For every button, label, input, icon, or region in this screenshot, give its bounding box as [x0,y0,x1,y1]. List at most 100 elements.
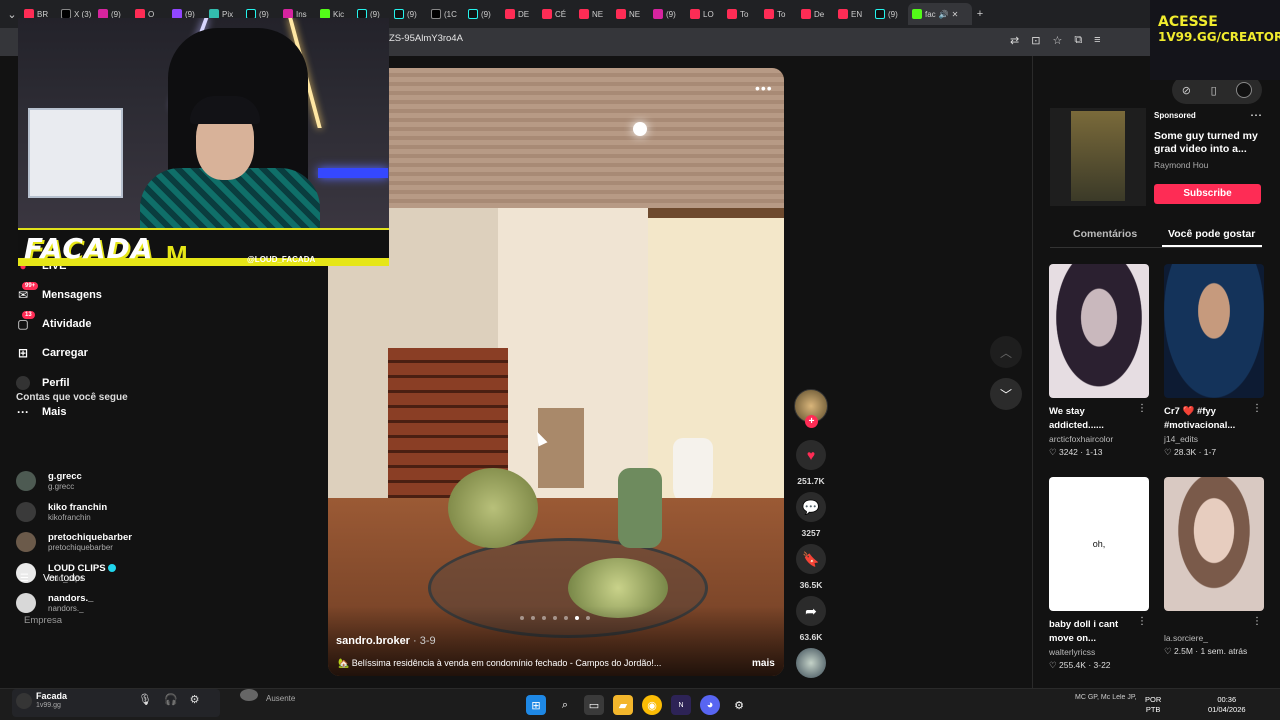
avatar[interactable] [16,693,32,709]
carousel-dot[interactable] [531,616,535,620]
x-favicon-icon [431,9,441,19]
browser-tab[interactable]: CÉ [538,3,575,25]
chevron-up-icon: ︿ [999,345,1012,360]
follow-plus-icon[interactable]: + [805,415,818,428]
browser-tab[interactable]: LO [686,3,723,25]
browser-tab[interactable]: (9) [464,3,501,25]
suggested-video-card[interactable]: la.sorciere_ ♡ 2.5M · 1 sem. atrás ⋮ [1164,477,1266,657]
browser-tab[interactable]: De [797,3,834,25]
tab-you-may-like[interactable]: Você pode gostar [1168,228,1255,240]
sidebar-item-profile[interactable]: Perfil [16,376,70,390]
caption-more-link[interactable]: mais [752,658,775,669]
audio-icon[interactable]: 🔊 [939,10,949,19]
carousel-dot[interactable] [586,616,590,620]
clock[interactable]: 00:36 01/04/2026 [1208,695,1246,715]
browser-tab[interactable]: (9) [871,3,908,25]
save-button[interactable]: 🔖 36.5K [796,544,826,590]
next-video-button[interactable]: ﹀ [990,378,1022,410]
bookmark-star-icon[interactable]: ☆ [1052,34,1062,47]
microphone-icon[interactable]: 🎙 [138,693,152,706]
carousel-dot[interactable] [542,616,546,620]
suggested-video-card[interactable]: oh, baby doll i cant move on... walterly… [1049,477,1151,671]
card-menu-icon[interactable]: ⋮ [1137,403,1147,414]
url-field[interactable]: ZS-95AlmY3ro4A [389,33,463,44]
browser-tab[interactable]: NE [612,3,649,25]
avatar [16,502,36,522]
sponsored-label: Sponsored [1154,111,1196,120]
file-explorer-icon[interactable]: ▰ [613,695,633,715]
followed-account[interactable]: nandors._ nandors._ [16,593,93,613]
settings-icon[interactable]: ⚙ [729,695,749,715]
previous-video-button[interactable]: ︿ [990,336,1022,368]
compass-icon[interactable]: ⊘ [1182,84,1191,97]
ad-menu-icon[interactable]: ⋯ [1250,108,1262,122]
search-icon[interactable]: ⌕ [555,695,575,715]
favicon-icon [727,9,737,19]
news-ticker[interactable]: MC GP, Mc Lele JP, DJ ... [1075,694,1137,701]
translate-icon[interactable]: ⇄ [1010,34,1019,47]
followed-account[interactable]: kiko franchin kikofranchin [16,502,107,522]
chrome-icon[interactable]: ◉ [642,695,662,715]
headset-icon[interactable]: 🎧 [164,693,178,706]
carousel-dot[interactable] [520,616,524,620]
share-button[interactable]: ➦ 63.6K [796,596,826,642]
like-button[interactable]: ♥ 251.7K [796,440,826,486]
followed-account[interactable]: pretochiquebarber pretochiquebarber [16,532,132,552]
webcam-overlay [18,18,389,228]
ad-title[interactable]: Some guy turned my grad video into a... [1154,130,1259,156]
suggested-video-card[interactable]: We stay addicted...... arcticfoxhaircolo… [1049,264,1151,458]
sidebar-item-more[interactable]: ··· Mais [16,405,66,419]
sidebar-item-activity[interactable]: ▢ 13 Atividade [16,311,92,331]
extensions-icon[interactable]: ⧉ [1074,34,1082,47]
heart-outline-icon: ♡ [1164,447,1172,457]
browser-tab[interactable]: (9) [649,3,686,25]
music-disc-icon[interactable] [796,648,826,678]
video-options-icon[interactable]: ••• [755,80,773,96]
comment-button[interactable]: 💬 3257 [796,492,826,538]
card-menu-icon[interactable]: ⋮ [1252,403,1262,414]
browser-tab[interactable]: (1C [427,3,464,25]
followed-account[interactable]: g.grecc g.grecc [16,471,82,491]
favicon-icon [764,9,774,19]
heart-outline-icon: ♡ [1049,447,1057,457]
theme-icon[interactable] [1236,82,1253,98]
card-menu-icon[interactable]: ⋮ [1137,616,1147,627]
browser-tab[interactable]: NE [575,3,612,25]
favicon-icon [579,9,589,19]
suggested-video-card[interactable]: Cr7 ❤️ #fyy #motivacional... j14_edits ♡… [1164,264,1266,458]
close-tab-icon[interactable]: ✕ [952,10,959,19]
task-view-icon[interactable]: ▭ [584,695,604,715]
card-menu-icon[interactable]: ⋮ [1252,616,1262,627]
video-player[interactable] [328,68,784,676]
media-icon[interactable]: ≡ [1094,34,1100,47]
discord-icon[interactable]: ◕ [700,695,720,715]
carousel-dot[interactable] [564,616,568,620]
install-icon[interactable]: ⊡ [1031,34,1040,47]
carousel-dot[interactable] [553,616,557,620]
browser-tab[interactable]: To [760,3,797,25]
list-icon: ☰ [20,573,29,584]
nzxt-icon[interactable]: N [671,695,691,715]
favicon-icon [690,9,700,19]
see-all-link[interactable]: ☰ Ver todos [20,573,85,584]
browser-tab[interactable]: DE [501,3,538,25]
new-tab-icon[interactable]: + [972,8,988,20]
company-link[interactable]: Empresa [24,615,62,626]
tab-comments[interactable]: Comentários [1073,228,1137,240]
windows-start-icon[interactable]: ⊞ [526,695,546,715]
browser-tab[interactable]: (9) [390,3,427,25]
language-indicator[interactable]: POR PTB [1145,695,1161,715]
video-author[interactable]: sandro.broker · 3-9 [336,635,436,647]
carousel-dots[interactable] [520,616,590,620]
sidebar-item-messages[interactable]: ✉ 99+ Mensagens [16,282,102,302]
mobile-icon[interactable]: ▯ [1211,84,1217,97]
browser-tab[interactable]: To [723,3,760,25]
carousel-dot[interactable] [575,616,579,620]
browser-tab-active[interactable]: fac 🔊 ✕ [908,3,972,25]
subscribe-button[interactable]: Subscribe [1154,184,1261,204]
sidebar-item-upload[interactable]: ⊞ Carregar [16,346,88,360]
browser-tab[interactable]: EN [834,3,871,25]
ad-thumbnail[interactable] [1050,108,1146,206]
view-toggle[interactable]: ⊘ ▯ [1172,76,1262,104]
settings-gear-icon[interactable]: ⚙ [190,693,200,706]
